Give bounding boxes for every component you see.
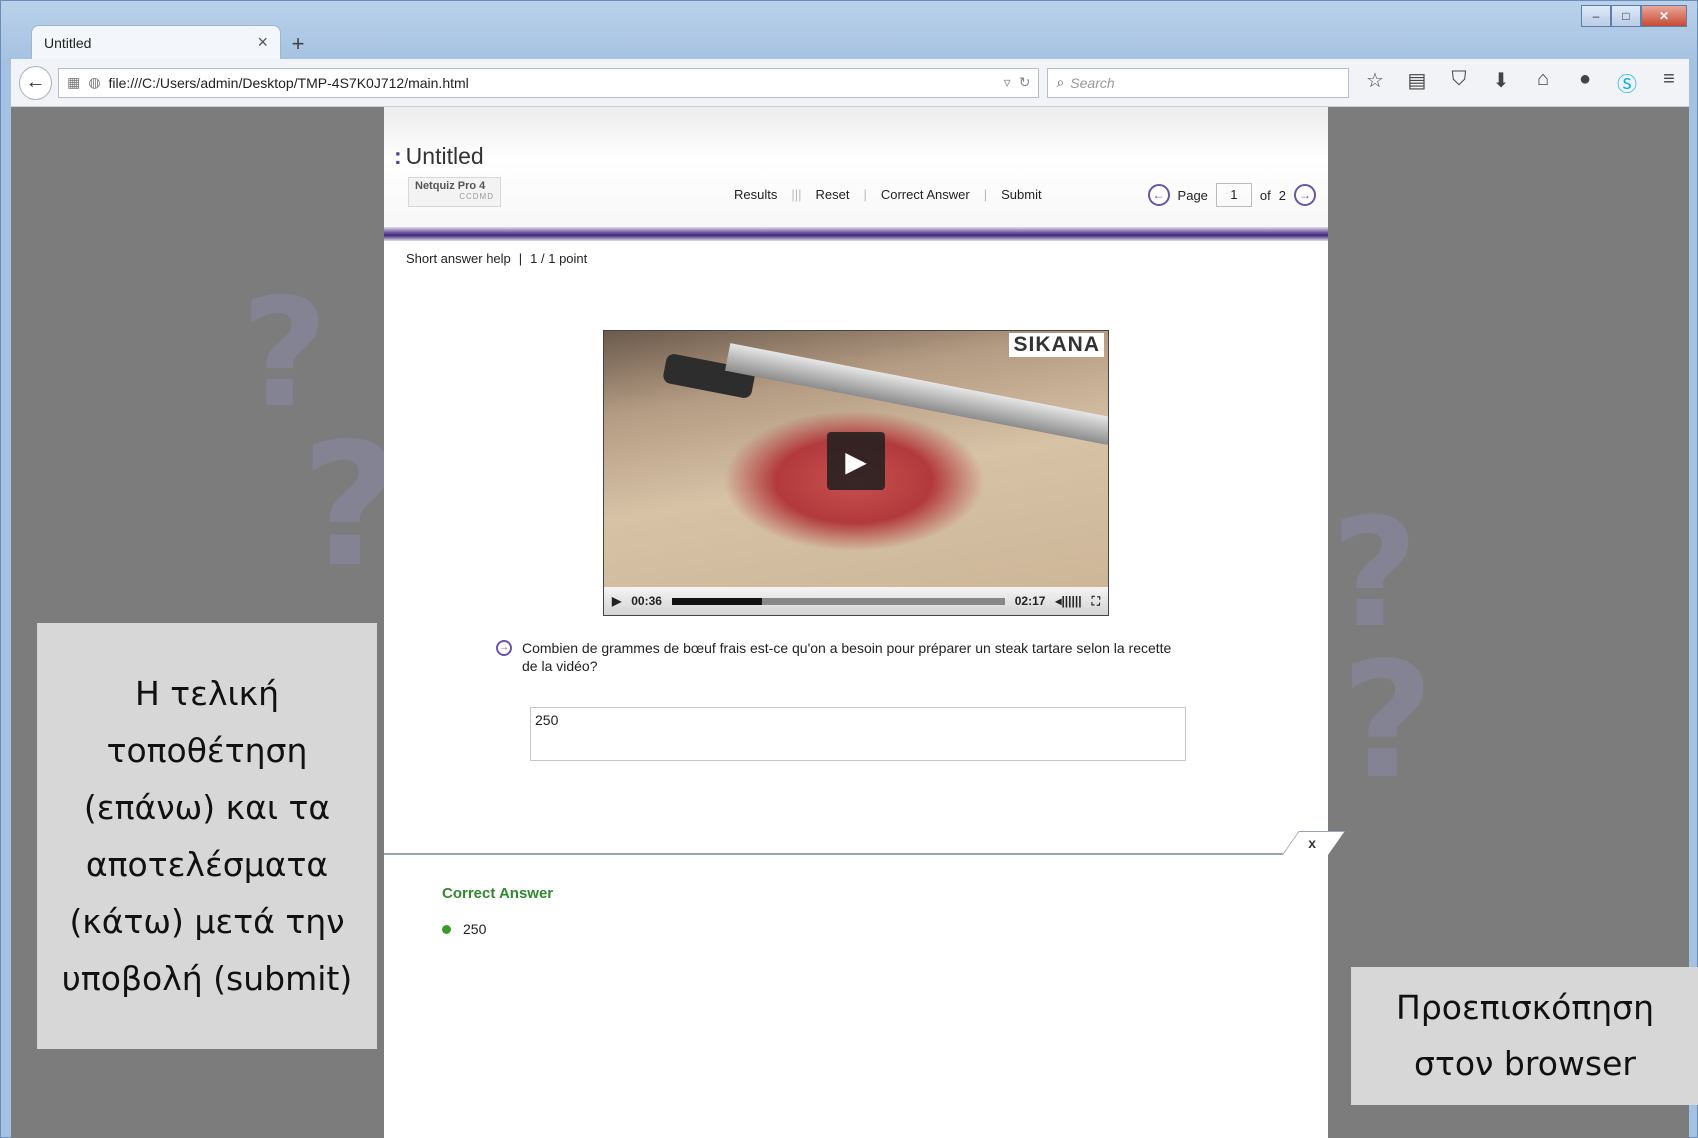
search-icon: ⌕ (1056, 74, 1065, 90)
reader-icon[interactable]: ▦ (67, 74, 80, 91)
tab-untitled[interactable]: Untitled × (31, 25, 281, 59)
navigation-bar: ← ▦ ◍ file:///C:/Users/admin/Desktop/TMP… (11, 59, 1689, 107)
question-text: Combien de grammes de bœuf frais est-ce … (522, 640, 1172, 674)
minimize-button[interactable]: – (1581, 5, 1611, 27)
question-arrow-icon: → (496, 640, 512, 656)
search-placeholder: Search (1070, 74, 1115, 91)
globe-icon: ◍ (88, 74, 101, 90)
question: → Combien de grammes de bœuf frais est-c… (496, 639, 1186, 675)
page-title-text: Untitled (405, 143, 484, 169)
feedback-close-button[interactable]: x (1308, 835, 1316, 851)
quiz-header: : Untitled Netquiz Pro 4 CCDMD Results ||… (384, 107, 1328, 227)
feedback-panel: Correct Answer 250 (384, 855, 1328, 1138)
feedback-title: Correct Answer (442, 885, 554, 902)
answer-textarea[interactable]: 250 (530, 707, 1186, 761)
address-bar[interactable]: ▦ ◍ file:///C:/Users/admin/Desktop/TMP-4… (58, 67, 1040, 98)
reload-icon[interactable]: ↻ (1019, 74, 1031, 91)
question-meta: Short answer help | 1 / 1 point (406, 251, 587, 266)
page-of-label: of (1259, 187, 1271, 203)
bookmarks-list-icon[interactable]: ▤ (1405, 68, 1429, 97)
page-total: 2 (1278, 187, 1286, 203)
separator: | (518, 251, 523, 266)
volume-icon[interactable]: ◂|||||| (1055, 594, 1081, 608)
seek-bar[interactable] (671, 597, 1005, 605)
separator: | (863, 187, 867, 202)
toolbar-icons: ☆ ▤ ⛉ ⬇ ⌂ ● Ⓢ ≡ (1363, 68, 1681, 97)
question-mark-decoration: ? (1341, 627, 1434, 814)
correct-answer-button[interactable]: Correct Answer (881, 187, 970, 202)
search-input[interactable]: ⌕ Search (1047, 67, 1349, 98)
skype-icon[interactable]: Ⓢ (1615, 68, 1639, 97)
short-answer-help-link[interactable]: Short answer help (406, 251, 511, 266)
brand-sub: CCDMD (459, 192, 494, 201)
current-time: 00:36 (631, 594, 662, 608)
play-overlay-icon[interactable]: ▶ (827, 432, 885, 490)
maximize-button[interactable]: □ (1611, 5, 1641, 27)
page-number-input[interactable]: 1 (1215, 183, 1252, 207)
dropdown-icon[interactable]: ▿ (1004, 74, 1011, 91)
page-label: Page (1177, 187, 1208, 203)
quiz-page: : Untitled Netquiz Pro 4 CCDMD Results ||… (384, 107, 1345, 1138)
close-window-button[interactable]: ✕ (1641, 5, 1687, 27)
reset-button[interactable]: Reset (816, 187, 850, 202)
menu-icon[interactable]: ≡ (1657, 68, 1681, 97)
points-label: 1 / 1 point (530, 251, 588, 266)
bullet-dot-icon (442, 924, 451, 934)
title-marker: : (394, 143, 402, 169)
correct-answer-item: 250 (442, 921, 486, 937)
correct-answer-value: 250 (463, 921, 487, 937)
play-icon[interactable]: ▶ (612, 594, 621, 608)
url-text[interactable]: file:///C:/Users/admin/Desktop/TMP-4S7K0… (109, 75, 996, 91)
separator: | (983, 187, 988, 202)
video-controls: ▶ 00:36 02:17 ◂|||||| ⛶ (604, 587, 1108, 615)
browser-window: – □ ✕ Untitled × + ← ▦ ◍ file:///C:/User… (0, 0, 1698, 1138)
video-frame[interactable]: SIKANA ▶ (604, 331, 1108, 587)
quiz-actions: Results ||| Reset | Correct Answer | Sub… (734, 187, 1042, 202)
results-button[interactable]: Results (734, 187, 777, 202)
window-controls: – □ ✕ (1581, 5, 1687, 27)
video-scene-knife (725, 343, 1108, 447)
video-player[interactable]: SIKANA ▶ ▶ 00:36 02:17 ◂|||||| ⛶ (603, 330, 1109, 616)
brand-name: Netquiz Pro 4 (415, 180, 486, 192)
new-tab-button[interactable]: + (281, 29, 315, 59)
seek-progress (671, 597, 762, 605)
tab-bar: Untitled × + (31, 25, 315, 59)
netquiz-logo: Netquiz Pro 4 CCDMD (408, 177, 501, 207)
page-title: : Untitled (394, 143, 484, 170)
pocket-icon[interactable]: ⛉ (1447, 68, 1471, 97)
separator: ||| (791, 187, 802, 202)
tab-title: Untitled (44, 34, 92, 51)
fullscreen-icon[interactable]: ⛶ (1092, 594, 1100, 609)
star-icon[interactable]: ☆ (1363, 68, 1387, 97)
chat-icon[interactable]: ● (1573, 68, 1597, 97)
sikana-logo: SIKANA (1009, 333, 1104, 357)
header-divider (384, 227, 1328, 241)
duration: 02:17 (1014, 594, 1046, 608)
annotation-left: Η τελική τοποθέτηση (επάνω) και τα αποτε… (37, 623, 377, 1049)
next-page-icon[interactable]: → (1294, 184, 1316, 206)
previous-page-icon[interactable]: ← (1147, 184, 1170, 206)
home-icon[interactable]: ⌂ (1531, 68, 1555, 97)
submit-button[interactable]: Submit (1001, 187, 1041, 202)
pager: ← Page 1 of 2 → (1147, 183, 1316, 207)
annotation-right: Προεπισκόπηση στον browser (1351, 967, 1698, 1105)
back-arrow-icon[interactable]: ← (19, 65, 53, 100)
close-tab-icon[interactable]: × (257, 32, 268, 53)
download-icon[interactable]: ⬇ (1489, 68, 1513, 97)
